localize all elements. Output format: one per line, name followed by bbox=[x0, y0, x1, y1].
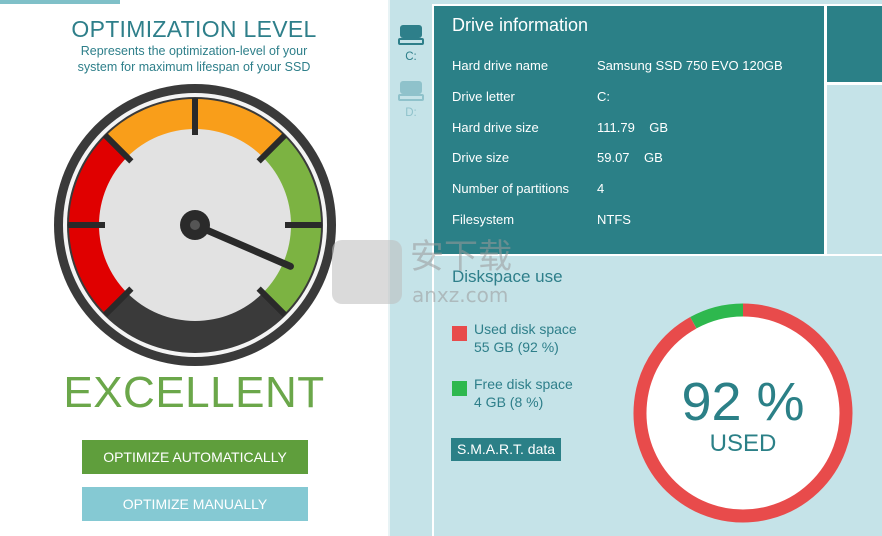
used-label: Used disk space bbox=[474, 321, 577, 337]
info-key: Hard drive name bbox=[452, 58, 549, 73]
smart-data-button[interactable]: S.M.A.R.T. data bbox=[451, 438, 562, 461]
subtitle-line-1: Represents the optimization-level of you… bbox=[80, 44, 308, 58]
legend-used-text: Used disk space 55 GB (92 %) bbox=[474, 320, 577, 356]
used-caption: USED bbox=[709, 430, 777, 457]
drive-label-c: C: bbox=[405, 51, 417, 63]
free-label: Free disk space bbox=[474, 376, 573, 392]
free-swatch bbox=[452, 381, 467, 396]
tile-dark bbox=[827, 6, 882, 82]
info-value: Samsung SSD 750 EVO 120GB bbox=[597, 58, 783, 73]
subtitle-line-2: system for maximum lifespan of your SSD bbox=[77, 60, 311, 74]
optimization-gauge bbox=[54, 84, 336, 366]
info-key: Filesystem bbox=[452, 212, 515, 227]
hard-drive-icon bbox=[398, 81, 424, 101]
info-key: Number of partitions bbox=[452, 181, 570, 196]
info-value: NTFS bbox=[597, 212, 631, 227]
drive-label-d: D: bbox=[405, 107, 417, 119]
drive-information-title: Drive information bbox=[452, 15, 589, 35]
tile-light bbox=[827, 85, 882, 254]
free-value: 4 GB (8 %) bbox=[474, 394, 544, 410]
watermark-text: 安下载 bbox=[410, 237, 512, 277]
info-key: Drive letter bbox=[452, 89, 515, 104]
info-value: C: bbox=[597, 89, 610, 104]
info-value: 111.79 GB bbox=[597, 120, 669, 135]
info-key: Drive size bbox=[452, 150, 510, 165]
used-swatch bbox=[452, 326, 467, 341]
info-value: 59.07 GB bbox=[597, 150, 663, 165]
info-value: 4 bbox=[597, 181, 605, 196]
used-value: 55 GB (92 %) bbox=[474, 339, 559, 355]
drive-item-d[interactable]: D: bbox=[390, 80, 432, 119]
optimization-title: OPTIMIZATION LEVEL bbox=[71, 16, 317, 42]
watermark-shield-icon bbox=[332, 240, 402, 304]
watermark: 安下载 anxz.com bbox=[332, 237, 512, 307]
drive-item-c[interactable]: C: bbox=[390, 24, 432, 63]
optimization-rating: EXCELLENT bbox=[63, 368, 325, 417]
legend-free-text: Free disk space 4 GB (8 %) bbox=[474, 375, 573, 411]
optimization-panel: OPTIMIZATION LEVEL Represents the optimi… bbox=[0, 0, 388, 536]
info-key: Hard drive size bbox=[452, 120, 539, 135]
optimization-subtitle: Represents the optimization-level of you… bbox=[0, 43, 388, 75]
hard-drive-icon bbox=[398, 25, 424, 45]
optimize-manually-button[interactable]: OPTIMIZE MANUALLY bbox=[82, 487, 308, 521]
active-tab-indicator bbox=[0, 0, 120, 4]
used-percent: 92 % bbox=[681, 372, 805, 432]
gauge-hub-center bbox=[190, 220, 200, 230]
watermark-url: anxz.com bbox=[412, 283, 508, 307]
optimize-automatically-button[interactable]: OPTIMIZE AUTOMATICALLY bbox=[82, 440, 308, 474]
drive-information-panel: Drive information Hard drive name Samsung… bbox=[434, 6, 824, 254]
